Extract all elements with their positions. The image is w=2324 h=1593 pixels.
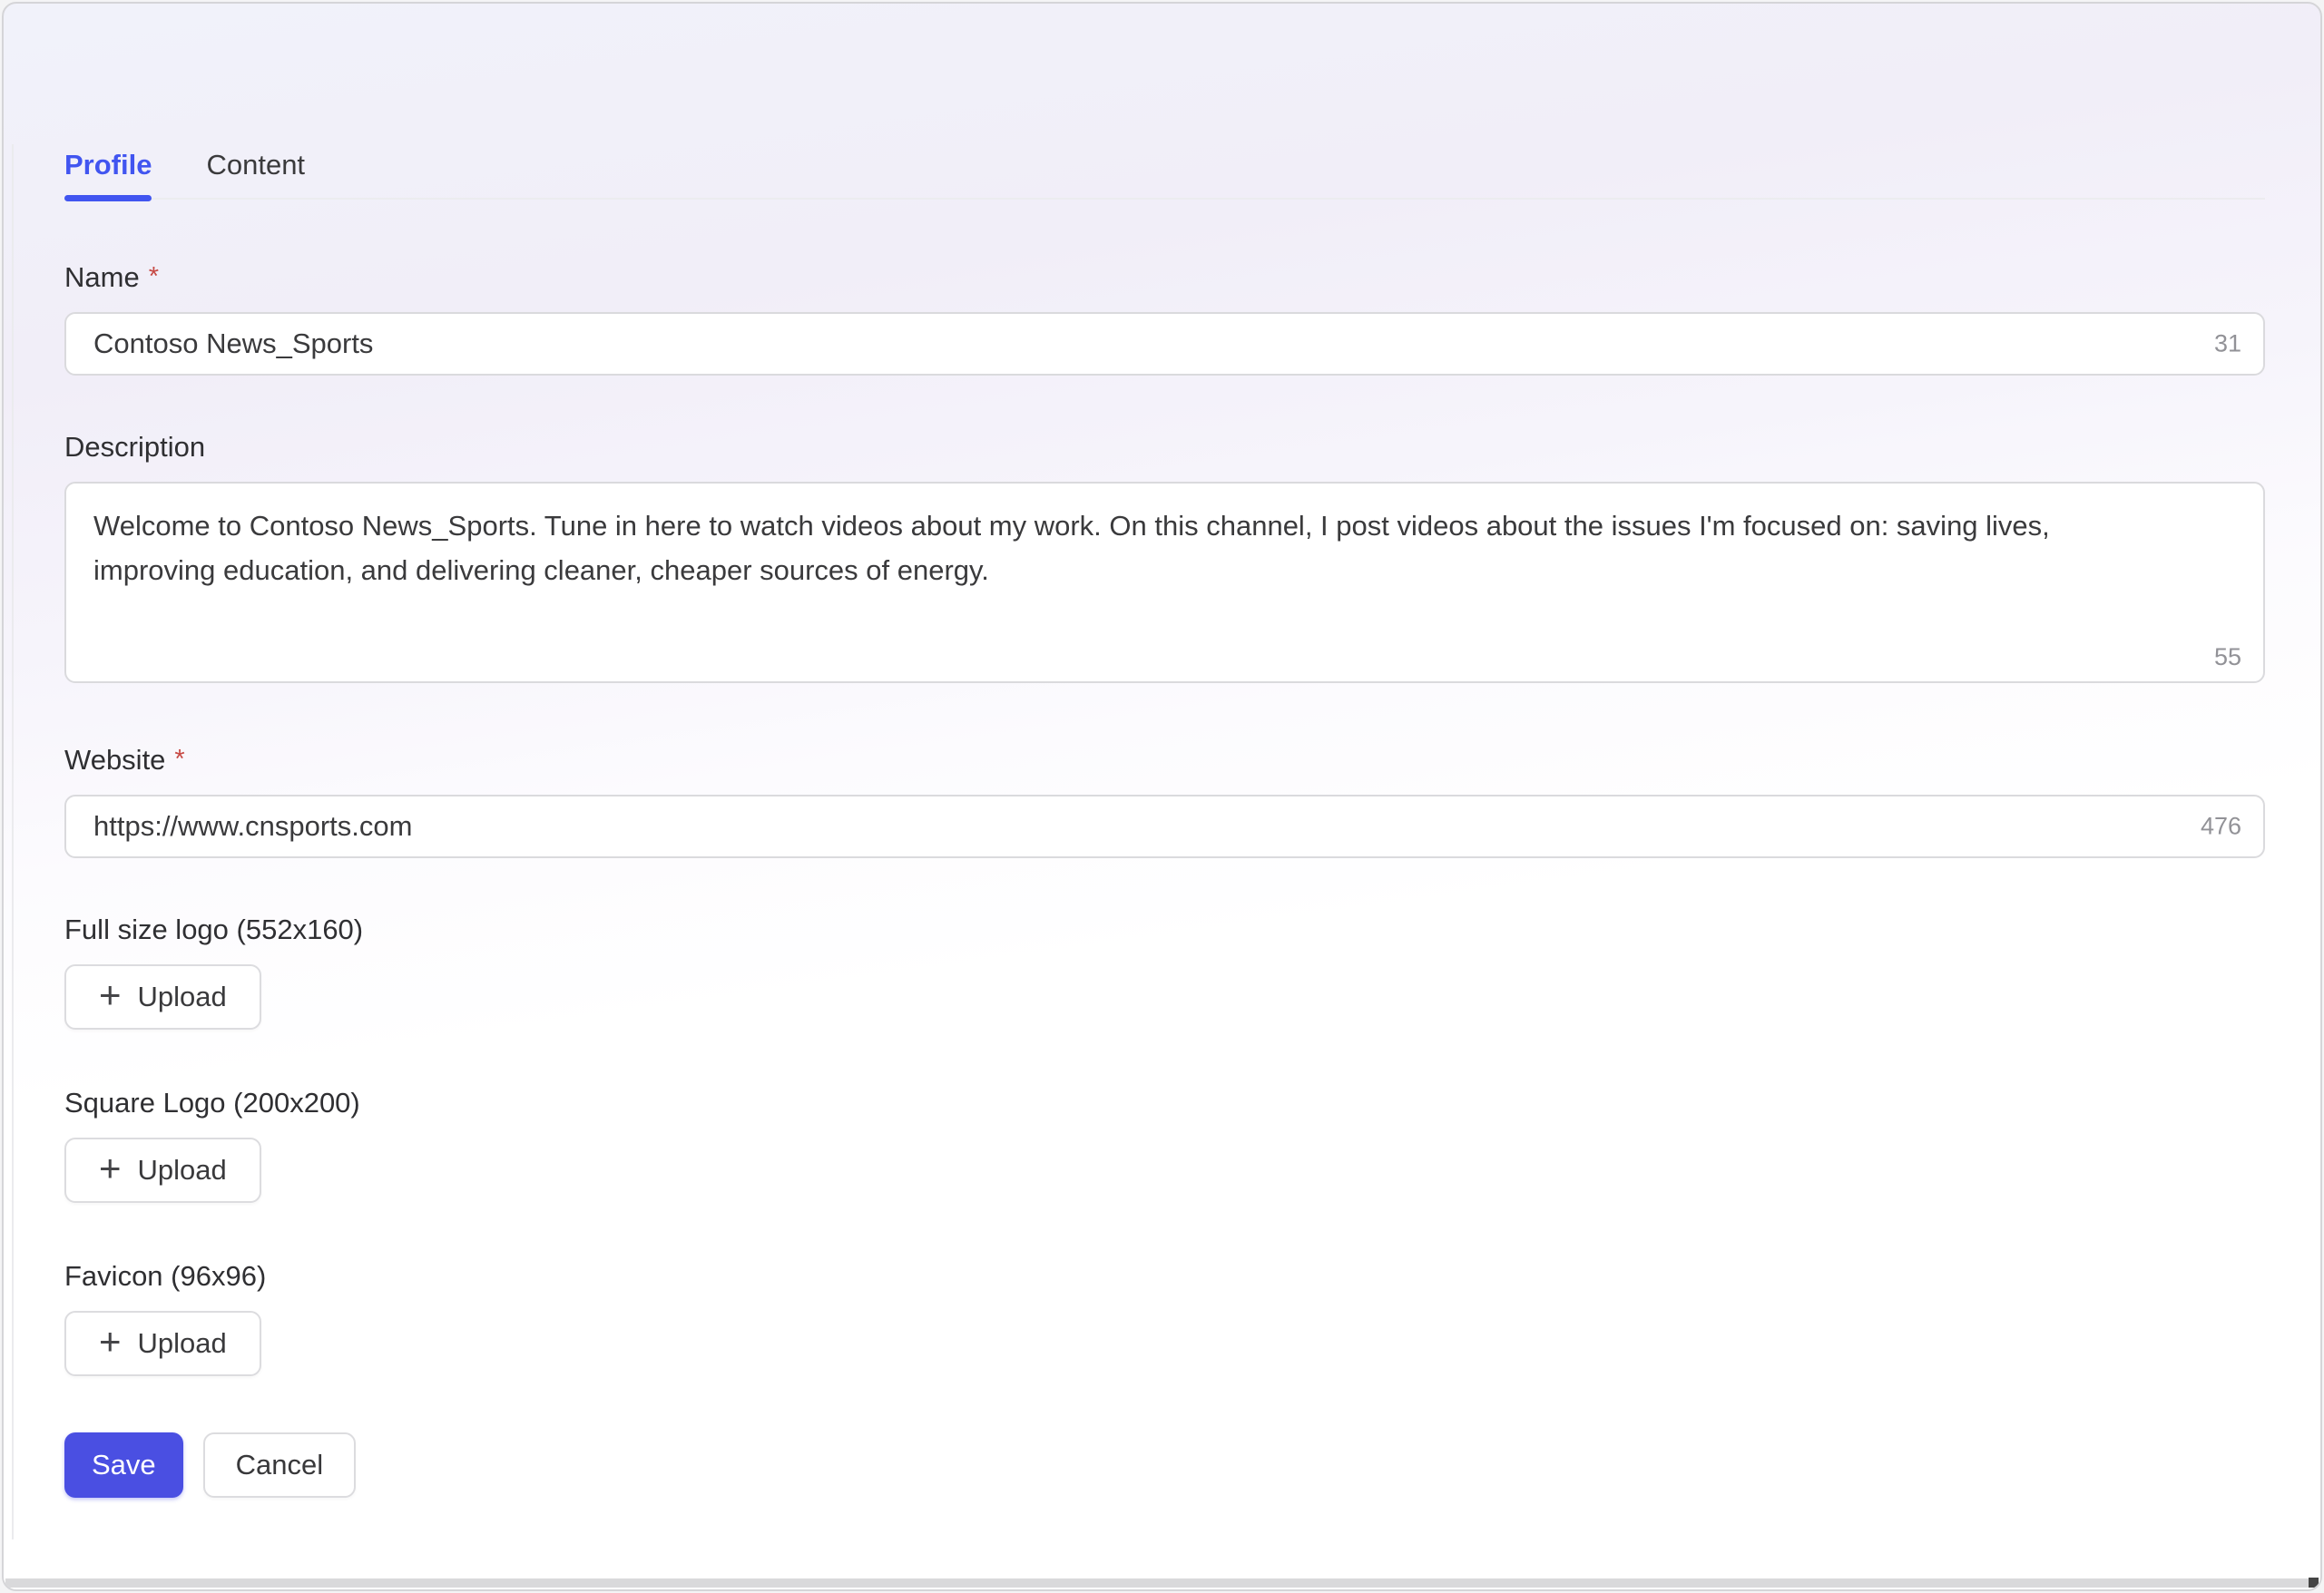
- description-label-text: Description: [64, 431, 205, 463]
- save-button[interactable]: Save: [64, 1432, 183, 1498]
- upload-button-label: Upload: [138, 1327, 227, 1360]
- plus-icon: +: [99, 1149, 122, 1187]
- name-label-text: Name: [64, 261, 140, 293]
- upload-button-label: Upload: [138, 1154, 227, 1187]
- plus-icon: +: [99, 976, 122, 1014]
- name-input[interactable]: [64, 312, 2265, 376]
- name-input-wrap: 31: [64, 312, 2265, 376]
- upload-button-label: Upload: [138, 981, 227, 1013]
- tab-bar: Profile Content: [64, 147, 2265, 200]
- active-tab-indicator: [64, 195, 152, 201]
- website-input[interactable]: [64, 795, 2265, 858]
- tab-profile-label: Profile: [64, 149, 152, 181]
- description-input-wrap: Welcome to Contoso News_Sports. Tune in …: [64, 482, 2265, 688]
- horizontal-scrollbar[interactable]: [5, 1578, 2319, 1588]
- settings-panel: Profile Content Name* 31 Description We: [2, 2, 2322, 1591]
- favicon-section: Favicon (96x96) + Upload: [64, 1259, 2265, 1376]
- profile-form: Profile Content Name* 31 Description We: [4, 4, 2320, 1498]
- full-size-logo-label: Full size logo (552x160): [64, 913, 2265, 947]
- square-logo-upload-button[interactable]: + Upload: [64, 1138, 261, 1203]
- name-label: Name *: [64, 259, 2265, 295]
- tab-content-label: Content: [206, 149, 305, 181]
- favicon-upload-button[interactable]: + Upload: [64, 1311, 261, 1376]
- form-actions: Save Cancel: [64, 1432, 2265, 1498]
- website-label-text: Website: [64, 744, 165, 776]
- tab-content[interactable]: Content: [206, 147, 305, 183]
- required-asterisk: *: [174, 745, 184, 774]
- description-textarea[interactable]: Welcome to Contoso News_Sports. Tune in …: [64, 482, 2265, 683]
- full-size-logo-upload-button[interactable]: + Upload: [64, 964, 261, 1030]
- tab-profile[interactable]: Profile: [64, 147, 152, 183]
- plus-icon: +: [99, 1323, 122, 1361]
- favicon-label: Favicon (96x96): [64, 1259, 2265, 1294]
- app-window: Profile Content Name* 31 Description We: [0, 0, 2324, 1593]
- cancel-button[interactable]: Cancel: [203, 1432, 357, 1498]
- scrollbar-corner: [2309, 1578, 2319, 1588]
- website-input-wrap: 476: [64, 795, 2265, 858]
- square-logo-label: Square Logo (200x200): [64, 1086, 2265, 1120]
- square-logo-section: Square Logo (200x200) + Upload: [64, 1086, 2265, 1203]
- full-size-logo-section: Full size logo (552x160) + Upload: [64, 913, 2265, 1030]
- description-label: Description: [64, 430, 2265, 464]
- required-asterisk: *: [149, 262, 159, 291]
- website-label: Website *: [64, 742, 2265, 777]
